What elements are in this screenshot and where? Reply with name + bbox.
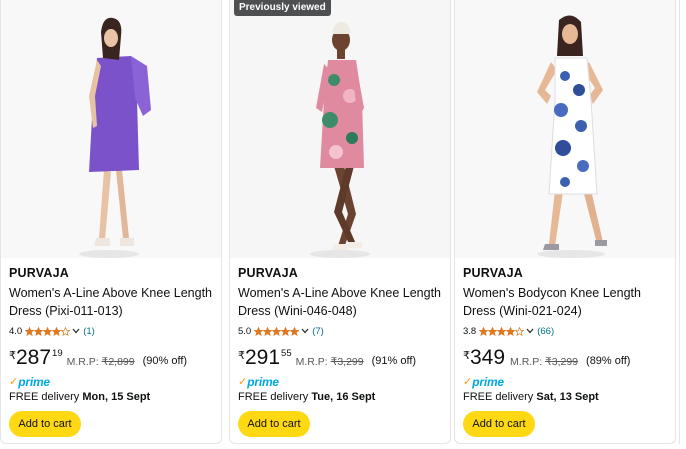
product-title[interactable]: Women's A-Line Above Knee Length Dress (… (9, 284, 217, 320)
price-currency: ₹ (238, 350, 245, 362)
review-count[interactable]: (7) (312, 326, 324, 337)
mrp: M.R.P: ₹3,299 (510, 356, 578, 368)
discount: (91% off) (371, 355, 417, 367)
product-card-partial[interactable] (679, 0, 686, 444)
star-filled-icon (263, 326, 273, 336)
delivery-label: FREE delivery (238, 391, 309, 403)
star-filled-icon (25, 326, 35, 336)
star-filled-icon (488, 326, 498, 336)
product-title[interactable]: Women's Bodycon Knee Length Dress (Wini-… (463, 284, 671, 320)
mrp: M.R.P: ₹2,899 (67, 356, 135, 368)
prime-badge: ✓ prime (9, 374, 50, 388)
chevron-down-icon[interactable] (72, 328, 80, 334)
star-filled-icon (43, 326, 53, 336)
star-rating[interactable] (25, 326, 71, 336)
price: ₹ 349 M.R.P: ₹3,299 (89% off) (463, 346, 630, 370)
product-card[interactable]: PURVAJA Women's Bodycon Knee Length Dres… (454, 0, 676, 444)
product-image[interactable] (1, 0, 221, 258)
review-count[interactable]: (66) (537, 326, 554, 337)
brand-name: PURVAJA (463, 266, 523, 280)
product-image[interactable]: Previously viewed (230, 0, 450, 258)
star-filled-icon (254, 326, 264, 336)
star-filled-icon (52, 326, 62, 336)
add-to-cart-button[interactable]: Add to cart (9, 411, 81, 437)
mrp-value: ₹2,899 (101, 356, 135, 368)
star-filled-icon (506, 326, 516, 336)
mrp-value: ₹3,299 (545, 356, 579, 368)
star-empty-icon (515, 326, 525, 336)
prime-check-icon: ✓ (238, 376, 248, 388)
price: ₹ 291 55 M.R.P: ₹3,299 (91% off) (238, 346, 416, 370)
mrp-label: M.R.P: (295, 356, 328, 368)
add-to-cart-button[interactable]: Add to cart (463, 411, 535, 437)
star-empty-icon (61, 326, 71, 336)
prime-label: prime (18, 375, 50, 389)
star-rating[interactable] (479, 326, 525, 336)
chevron-down-icon[interactable] (526, 328, 534, 334)
delivery-date: Mon, 15 Sept (82, 391, 151, 403)
discount: (89% off) (586, 355, 631, 367)
price-fraction: 55 (281, 348, 292, 359)
prime-check-icon: ✓ (9, 376, 19, 388)
price: ₹ 287 19 M.R.P: ₹2,899 (90% off) (9, 346, 187, 370)
product-title[interactable]: Women's A-Line Above Knee Length Dress (… (238, 284, 446, 320)
rating-row[interactable]: 4.0 (1) (9, 324, 95, 338)
price-currency: ₹ (9, 350, 16, 362)
product-card[interactable]: PURVAJA Women's A-Line Above Knee Length… (0, 0, 222, 444)
prime-badge: ✓ prime (463, 374, 504, 388)
rating-value: 4.0 (9, 325, 23, 337)
price-whole: 291 (245, 346, 281, 369)
star-filled-icon (34, 326, 44, 336)
star-filled-icon (272, 326, 282, 336)
mrp: M.R.P: ₹3,299 (296, 356, 364, 368)
delivery-label: FREE delivery (9, 391, 80, 403)
price-whole: 287 (16, 346, 52, 369)
discount: (90% off) (142, 355, 188, 367)
product-grid: PURVAJA Women's A-Line Above Knee Length… (0, 0, 686, 449)
delivery-info: FREE delivery Sat, 13 Sept (463, 391, 599, 403)
mrp-value: ₹3,299 (330, 356, 364, 368)
price-whole: 349 (470, 346, 506, 369)
previously-viewed-badge: Previously viewed (234, 0, 331, 16)
rating-value: 5.0 (238, 325, 252, 337)
prime-check-icon: ✓ (463, 376, 473, 388)
product-card[interactable]: Previously viewed PURVAJA Women's A-Line… (229, 0, 451, 444)
delivery-info: FREE delivery Mon, 15 Sept (9, 391, 150, 403)
prime-label: prime (247, 375, 279, 389)
star-filled-icon (497, 326, 507, 336)
price-fraction: 19 (52, 348, 63, 359)
star-filled-icon (479, 326, 489, 336)
delivery-date: Sat, 13 Sept (536, 391, 599, 403)
rating-row[interactable]: 3.8 (66) (463, 324, 554, 338)
rating-value: 3.8 (463, 325, 477, 337)
prime-label: prime (472, 375, 504, 389)
delivery-info: FREE delivery Tue, 16 Sept (238, 391, 375, 403)
rating-row[interactable]: 5.0 (7) (238, 324, 324, 338)
brand-name: PURVAJA (9, 266, 69, 280)
add-to-cart-button[interactable]: Add to cart (238, 411, 310, 437)
star-filled-icon (290, 326, 300, 336)
prime-badge: ✓ prime (238, 374, 279, 388)
star-filled-icon (281, 326, 291, 336)
brand-name: PURVAJA (238, 266, 298, 280)
mrp-label: M.R.P: (510, 356, 543, 368)
product-image[interactable] (455, 0, 675, 258)
mrp-label: M.R.P: (66, 356, 99, 368)
review-count[interactable]: (1) (83, 326, 95, 337)
star-rating[interactable] (254, 326, 300, 336)
price-currency: ₹ (463, 350, 470, 362)
delivery-date: Tue, 16 Sept (311, 391, 376, 403)
chevron-down-icon[interactable] (301, 328, 309, 334)
delivery-label: FREE delivery (463, 391, 534, 403)
